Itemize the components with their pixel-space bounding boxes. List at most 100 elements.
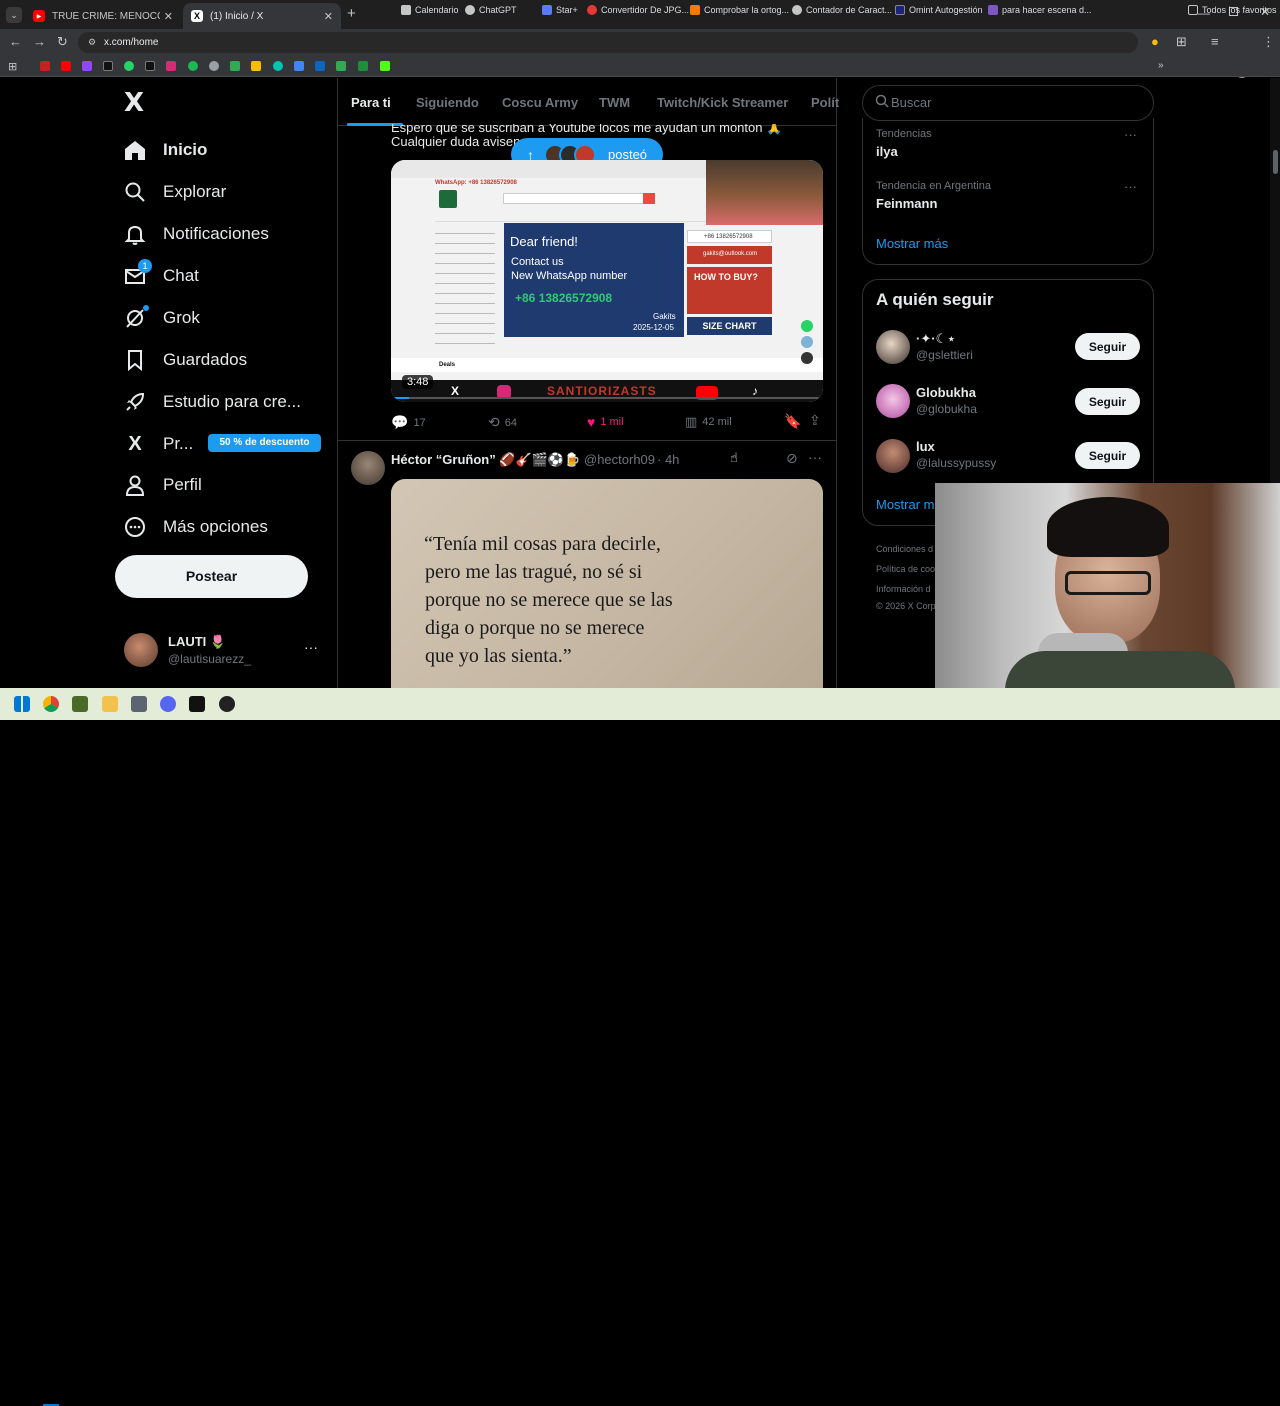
nav-chat[interactable]: 1 Chat xyxy=(124,259,199,287)
nav-notifications[interactable]: Notificaciones xyxy=(124,223,269,245)
tiktok-icon[interactable] xyxy=(145,61,155,71)
trend-more-icon[interactable]: ··· xyxy=(1124,127,1137,142)
search-box[interactable]: Buscar xyxy=(862,85,1154,121)
bookmark-convertidor[interactable]: Convertidor De JPG... xyxy=(587,5,689,15)
follow-button[interactable]: Seguir xyxy=(1075,442,1140,469)
more-bookmarks-icon[interactable]: » xyxy=(1158,60,1164,71)
footer-link[interactable]: Política de coo xyxy=(876,564,935,574)
close-tab-icon[interactable]: ✕ xyxy=(164,10,173,23)
linkedin-icon[interactable] xyxy=(315,61,325,71)
nav-creator-studio[interactable]: Estudio para cre... xyxy=(124,391,301,413)
reload-icon[interactable]: ↻ xyxy=(57,35,68,49)
whatsapp-icon[interactable] xyxy=(124,61,134,71)
suggestion-name[interactable]: lux xyxy=(916,439,935,454)
reply-action[interactable]: 💬 17 xyxy=(391,414,426,431)
obs-icon[interactable] xyxy=(219,696,235,712)
file-explorer-icon[interactable] xyxy=(102,696,118,712)
reading-list-icon[interactable]: ≡ xyxy=(1211,35,1219,49)
tab-para-ti[interactable]: Para ti xyxy=(351,95,391,110)
post2-author-name[interactable]: Héctor “Gruñon” 🏈🎸🎬⚽🍺 xyxy=(391,452,580,468)
discord-icon[interactable] xyxy=(160,696,176,712)
trend-topic[interactable]: ilya xyxy=(876,144,898,159)
tab-siguiendo[interactable]: Siguiendo xyxy=(416,95,479,110)
bookmark-d-icon[interactable] xyxy=(358,61,368,71)
chrome-icon[interactable] xyxy=(43,696,59,712)
follow-button[interactable]: Seguir xyxy=(1075,333,1140,360)
youtube-bm-icon[interactable] xyxy=(61,61,71,71)
browser-tab-youtube[interactable]: ▶ TRUE CRIME: MENOCCHIO, EL ... ✕ xyxy=(25,3,181,29)
grok-analyze-icon[interactable]: ⊘ xyxy=(786,450,798,467)
keep-icon[interactable] xyxy=(251,61,261,71)
apps-grid-icon[interactable]: ⊞ xyxy=(8,60,17,73)
tab-twitch-kick[interactable]: Twitch/Kick Streamer xyxy=(657,95,788,110)
suggestion-avatar[interactable] xyxy=(876,439,910,473)
all-bookmarks[interactable]: Todos los favoritos xyxy=(1188,5,1277,15)
tab-politica[interactable]: Polít xyxy=(811,95,839,110)
bookmark-filled-icon[interactable]: 🔖 xyxy=(784,413,801,430)
browser-tab-x[interactable]: X (1) Inicio / X ✕ xyxy=(183,3,341,29)
tab-coscu-army[interactable]: Coscu Army xyxy=(502,95,578,110)
calculator-icon[interactable] xyxy=(131,696,147,712)
extension-icon[interactable]: ● xyxy=(1151,35,1159,49)
follow-button[interactable]: Seguir xyxy=(1075,388,1140,415)
tab-twm[interactable]: TWM xyxy=(599,95,630,110)
share-icon[interactable]: ⇪ xyxy=(809,412,821,429)
post2-more-icon[interactable]: ··· xyxy=(808,449,822,465)
x-bm-icon[interactable] xyxy=(103,61,113,71)
nav-premium[interactable]: X Pr... xyxy=(124,433,193,455)
post-button[interactable]: Postear xyxy=(115,555,308,598)
post2-handle[interactable]: @hectorh09 xyxy=(584,452,655,467)
site-info-icon[interactable]: ⚙ xyxy=(88,37,96,48)
drive-icon[interactable] xyxy=(294,61,304,71)
trends-show-more[interactable]: Mostrar más xyxy=(876,236,948,251)
close-tab-icon[interactable]: ✕ xyxy=(324,10,333,23)
nav-grok[interactable]: Grok xyxy=(124,305,200,329)
footer-link[interactable]: Condiciones d xyxy=(876,544,933,554)
suggestion-avatar[interactable] xyxy=(876,330,910,364)
capcut-icon[interactable] xyxy=(189,696,205,712)
gmail-icon[interactable] xyxy=(40,61,50,71)
tab-search-button[interactable]: ⌄ xyxy=(6,7,22,23)
address-bar[interactable] xyxy=(78,32,1138,53)
suggestion-name[interactable]: Globukha xyxy=(916,385,976,400)
bookmark-contador[interactable]: Contador de Caract... xyxy=(792,5,892,15)
account-switcher[interactable]: LAUTI 🌷 @lautisuarezz_ ··· xyxy=(124,633,324,669)
notepad-icon[interactable] xyxy=(72,696,88,712)
bookmark-calendario[interactable]: Calendario xyxy=(401,5,459,15)
nav-profile[interactable]: Perfil xyxy=(124,474,202,496)
account-more-icon[interactable]: ··· xyxy=(304,639,318,655)
twitch-icon[interactable] xyxy=(82,61,92,71)
trend-more-icon[interactable]: ··· xyxy=(1124,179,1137,194)
forward-icon[interactable]: → xyxy=(33,35,46,49)
bookmark-c-icon[interactable] xyxy=(273,61,283,71)
bookmark-a-icon[interactable] xyxy=(209,61,219,71)
bookmark-starplus[interactable]: Star+ xyxy=(542,5,578,15)
x-logo[interactable]: X xyxy=(124,88,144,118)
maps-icon[interactable] xyxy=(336,61,346,71)
suggestion-name[interactable]: ·✦·☾⋆ xyxy=(916,331,955,347)
bookmark-b-icon[interactable] xyxy=(230,61,240,71)
nav-home[interactable]: Inicio xyxy=(124,139,207,161)
spotify-icon[interactable] xyxy=(188,61,198,71)
nav-explore[interactable]: Explorar xyxy=(124,181,226,203)
windows-start-icon[interactable] xyxy=(14,696,30,712)
menu-icon[interactable]: ⋮ xyxy=(1262,35,1275,49)
bookmark-omint[interactable]: Omint Autogestión xyxy=(895,5,983,15)
bookmark-escena[interactable]: para hacer escena d... xyxy=(988,5,1092,15)
nav-more[interactable]: Más opciones xyxy=(124,516,268,538)
video-progress-track[interactable] xyxy=(391,397,823,399)
url-text[interactable]: x.com/home xyxy=(104,37,158,48)
post2-image[interactable]: “Tenía mil cosas para decirle, pero me l… xyxy=(391,479,823,688)
new-tab-button[interactable]: + xyxy=(347,5,356,22)
views-action[interactable]: ▥ 42 mil xyxy=(685,414,732,430)
repost-action[interactable]: ⟲ 64 xyxy=(488,414,517,431)
back-icon[interactable]: ← xyxy=(9,35,22,49)
suggestion-avatar[interactable] xyxy=(876,384,910,418)
trend-topic[interactable]: Feinmann xyxy=(876,196,937,211)
puzzle-icon[interactable]: ⊞ xyxy=(1176,35,1187,49)
post-video[interactable]: WhatsApp: +86 13826572908 Dear friend! C… xyxy=(391,160,823,402)
post2-avatar[interactable] xyxy=(351,451,385,485)
page-scrollbar-thumb[interactable] xyxy=(1273,150,1278,174)
kick-icon[interactable] xyxy=(380,61,390,71)
premium-discount-badge[interactable]: 50 % de descuento xyxy=(208,434,321,452)
